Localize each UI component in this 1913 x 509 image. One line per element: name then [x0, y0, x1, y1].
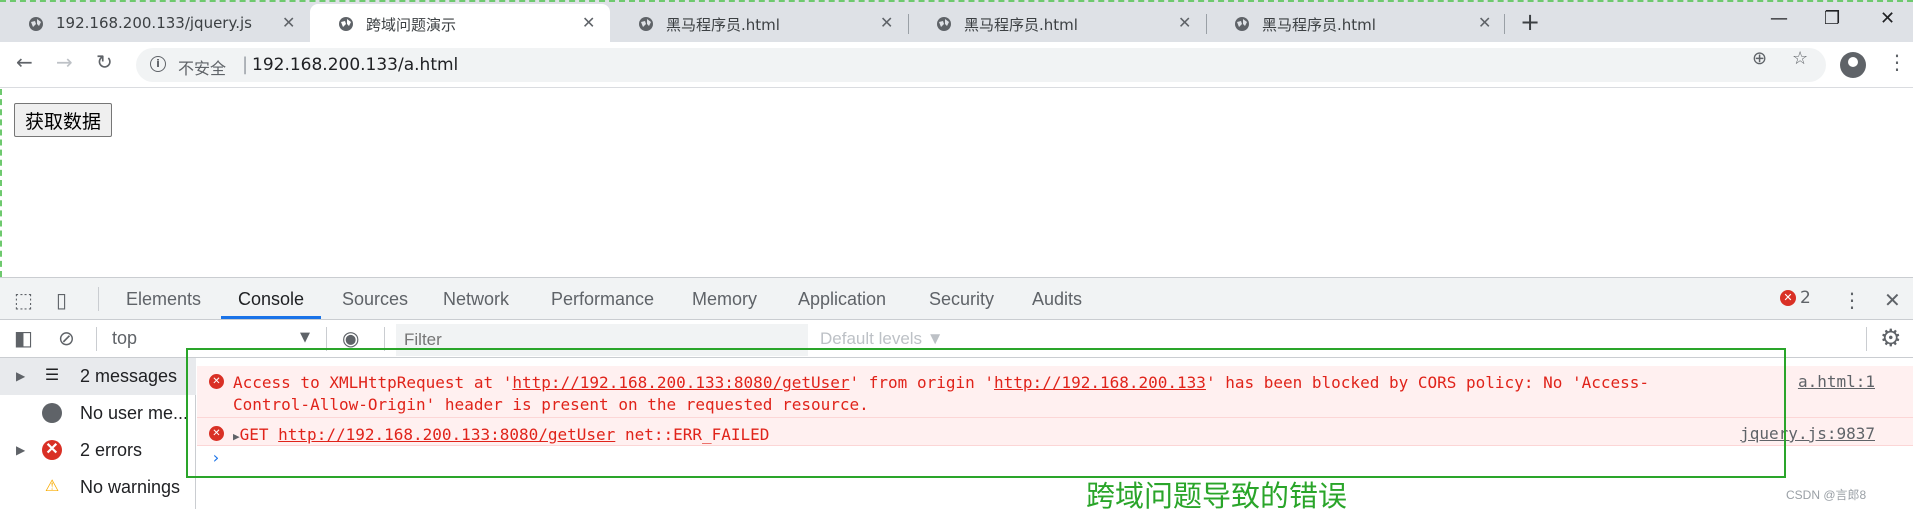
- clear-console-icon[interactable]: ⊘: [58, 326, 75, 350]
- sidebar-item-label: No user me...: [80, 403, 189, 423]
- browser-menu-icon[interactable]: ⋮: [1887, 50, 1907, 74]
- star-icon[interactable]: ☆: [1792, 48, 1808, 69]
- profile-avatar-icon[interactable]: [1840, 52, 1866, 78]
- browser-tab-1[interactable]: 192.168.200.133/jquery.js ✕: [0, 4, 310, 42]
- divider: [98, 287, 99, 311]
- expand-arrow-icon[interactable]: ▶: [16, 369, 25, 383]
- new-tab-button[interactable]: +: [1520, 8, 1540, 36]
- url-text[interactable]: 192.168.200.133/a.html: [252, 55, 458, 75]
- sidebar-item-warnings[interactable]: ⚠ No warnings: [0, 469, 196, 506]
- tab-elements[interactable]: Elements: [126, 289, 201, 310]
- browser-tab-3[interactable]: 黑马程序员.html ✕: [610, 4, 908, 42]
- sidebar-item-user-messages[interactable]: No user me...: [0, 395, 196, 432]
- sidebar-item-label: No warnings: [80, 477, 181, 497]
- page-content: 获取数据: [0, 89, 1913, 277]
- tab-separator: [1504, 14, 1505, 34]
- browser-toolbar: ← → ↻ i 不安全 | 192.168.200.133/a.html ⊕ ☆…: [0, 42, 1913, 88]
- globe-icon: [29, 17, 43, 31]
- expand-arrow-icon[interactable]: ▶: [16, 443, 25, 457]
- active-tab-indicator: [221, 316, 321, 319]
- close-icon[interactable]: ✕: [1478, 13, 1491, 32]
- source-link[interactable]: a.html:1: [1798, 372, 1875, 391]
- tab-audits[interactable]: Audits: [1032, 289, 1082, 310]
- annotation-label: 跨域问题导致的错误: [1086, 479, 1348, 509]
- devtools-close-icon[interactable]: ✕: [1884, 288, 1901, 312]
- tab-title: 黑马程序员.html: [666, 16, 780, 34]
- close-icon[interactable]: ✕: [582, 13, 595, 32]
- close-icon[interactable]: ✕: [282, 13, 295, 32]
- eye-icon[interactable]: ◉: [342, 326, 359, 350]
- watermark: CSDN @言郎8: [1786, 488, 1867, 502]
- tab-title: 跨域问题演示: [366, 16, 457, 34]
- browser-tab-2[interactable]: 跨域问题演示 ✕: [310, 4, 610, 42]
- tab-title: 192.168.200.133/jquery.js: [56, 14, 252, 32]
- gear-icon[interactable]: ⚙: [1880, 324, 1902, 352]
- warning-icon: ⚠: [44, 478, 60, 495]
- inspect-element-icon[interactable]: ⬚: [14, 288, 33, 312]
- info-icon[interactable]: i: [150, 56, 166, 72]
- device-toolbar-icon[interactable]: ▯: [56, 288, 67, 312]
- log-levels-dropdown[interactable]: Default levels ▼: [820, 329, 944, 349]
- annotation-box: [186, 348, 1786, 478]
- get-data-button[interactable]: 获取数据: [14, 103, 113, 137]
- close-icon[interactable]: ✕: [1178, 13, 1191, 32]
- error-counter[interactable]: ✕ 2: [1780, 288, 1811, 308]
- tab-console[interactable]: Console: [238, 289, 304, 310]
- sidebar-item-label: 2 errors: [80, 440, 143, 460]
- tab-strip: 192.168.200.133/jquery.js ✕ 跨域问题演示 ✕ 黑马程…: [0, 0, 1913, 42]
- error-icon: ✕: [1780, 290, 1796, 306]
- window-close-button[interactable]: ✕: [1880, 8, 1895, 29]
- browser-tab-5[interactable]: 黑马程序员.html ✕: [1206, 4, 1504, 42]
- list-icon: ☰: [44, 367, 60, 384]
- close-icon[interactable]: ✕: [880, 13, 893, 32]
- reload-icon[interactable]: ↻: [96, 50, 113, 74]
- context-selector[interactable]: top: [112, 328, 137, 349]
- devtools-tabbar: ⬚ ▯ Elements Console Sources Network Per…: [0, 278, 1913, 320]
- divider: |: [242, 54, 249, 75]
- sidebar-item-messages[interactable]: ▶ ☰ 2 messages: [0, 358, 196, 395]
- tab-security[interactable]: Security: [929, 289, 994, 310]
- error-count: 2: [1800, 288, 1811, 308]
- restore-button[interactable]: ❐: [1824, 8, 1840, 29]
- tab-memory[interactable]: Memory: [692, 289, 757, 310]
- tab-performance[interactable]: Performance: [551, 289, 654, 310]
- address-bar[interactable]: i 不安全 | 192.168.200.133/a.html: [136, 48, 1826, 82]
- browser-tab-4[interactable]: 黑马程序员.html ✕: [908, 4, 1206, 42]
- tab-title: 黑马程序员.html: [1262, 16, 1376, 34]
- back-arrow-icon[interactable]: ←: [16, 50, 33, 74]
- tab-sources[interactable]: Sources: [342, 289, 408, 310]
- user-icon: [42, 403, 62, 423]
- minimize-button[interactable]: —: [1770, 8, 1788, 29]
- globe-icon: [937, 17, 951, 31]
- sidebar-item-label: 2 messages: [80, 366, 178, 386]
- error-icon: ✕: [42, 440, 62, 460]
- globe-icon: [639, 17, 653, 31]
- tab-title: 黑马程序员.html: [964, 16, 1078, 34]
- forward-arrow-icon[interactable]: →: [56, 50, 73, 74]
- insecure-label: 不安全: [178, 59, 227, 78]
- console-sidebar: ▶ ☰ 2 messages No user me... ▶ ✕ 2 error…: [0, 358, 196, 509]
- sidebar-toggle-icon[interactable]: ◧: [14, 326, 33, 350]
- devtools-menu-icon[interactable]: ⋮: [1842, 288, 1862, 312]
- tab-network[interactable]: Network: [443, 289, 509, 310]
- divider: [1866, 327, 1867, 351]
- globe-icon: [1235, 17, 1249, 31]
- globe-icon: [339, 17, 353, 31]
- tab-application[interactable]: Application: [798, 289, 886, 310]
- divider: [96, 327, 97, 351]
- chevron-down-icon[interactable]: ▼: [300, 330, 310, 345]
- sidebar-item-errors[interactable]: ▶ ✕ 2 errors: [0, 432, 196, 469]
- zoom-icon[interactable]: ⊕: [1752, 48, 1767, 69]
